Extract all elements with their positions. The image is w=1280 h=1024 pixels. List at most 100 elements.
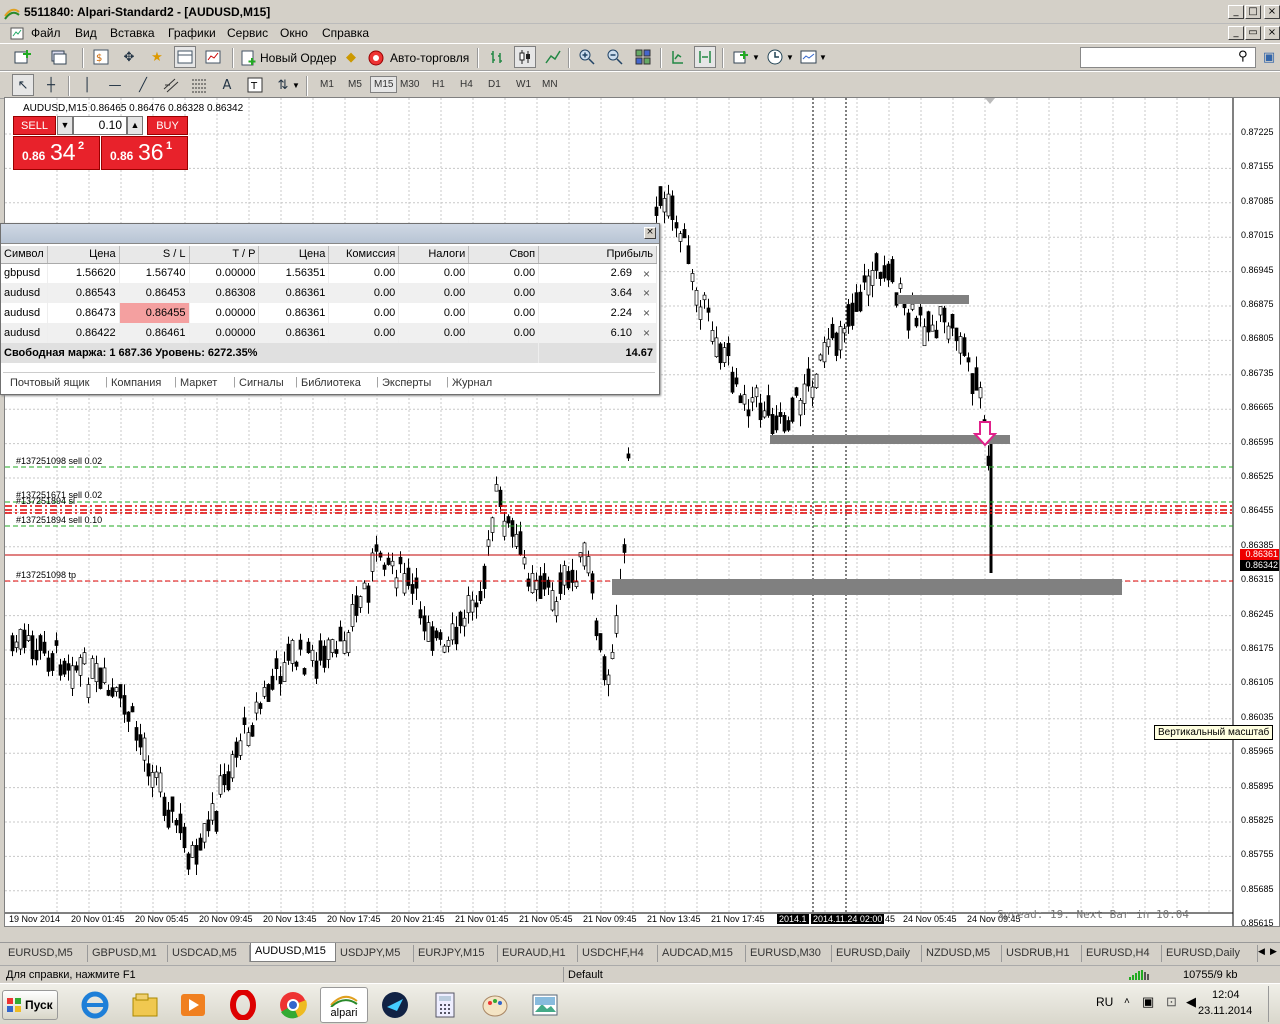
column-header[interactable]: T / P	[189, 246, 260, 264]
chrome-icon[interactable]	[272, 987, 314, 1023]
buy-button[interactable]: BUY	[147, 116, 188, 135]
chart-tab[interactable]: USDCHF,H4	[578, 945, 658, 962]
explorer-icon[interactable]	[124, 987, 166, 1023]
crosshair-icon[interactable]: ┼	[40, 74, 62, 96]
alpari-taskbar-item[interactable]: alpari	[320, 987, 368, 1023]
tf-m5[interactable]: M5	[348, 79, 362, 90]
language-indicator[interactable]: RU	[1096, 995, 1113, 1009]
terminal-tab[interactable]: Журнал	[452, 377, 492, 389]
menu-help[interactable]: Справка	[322, 26, 369, 40]
column-header[interactable]: Символ	[1, 246, 48, 264]
media-player-icon[interactable]	[172, 987, 214, 1023]
price-chart[interactable]: AUDUSD,M15 0.86465 0.86476 0.86328 0.863…	[4, 97, 1280, 927]
terminal-tab[interactable]: Сигналы	[239, 377, 284, 389]
chart-tab[interactable]: NZDUSD,M5	[922, 945, 1002, 962]
menu-tools[interactable]: Сервис	[227, 26, 268, 40]
close-order-icon[interactable]: ×	[643, 286, 650, 300]
tf-m15[interactable]: M15	[370, 76, 398, 93]
menu-file[interactable]: Файл	[31, 26, 61, 40]
close-order-icon[interactable]: ×	[643, 326, 650, 340]
autoscroll-icon[interactable]	[694, 46, 716, 68]
search-icon[interactable]: ⚲	[1238, 49, 1248, 64]
templates-dropdown-icon[interactable]: ▼	[819, 53, 827, 62]
tray-app-icon[interactable]: ▣	[1142, 994, 1154, 1010]
auto-trading-button[interactable]: Авто-торговля	[368, 47, 469, 69]
tf-m30[interactable]: M30	[400, 79, 419, 90]
chart-tab[interactable]: GBPUSD,M1	[88, 945, 168, 962]
chart-tab[interactable]: USDCAD,M5	[168, 945, 250, 962]
order-row[interactable]: audusd 0.86473 0.86455 0.00000 0.86361 0.00 0.…	[1, 303, 657, 323]
tf-d1[interactable]: D1	[488, 79, 501, 90]
opera-icon[interactable]	[222, 987, 264, 1023]
chart-tab[interactable]: EURJPY,M15	[414, 945, 498, 962]
minimize-button[interactable]: _	[1228, 5, 1244, 19]
indicators-dropdown-icon[interactable]: ▼	[752, 53, 760, 62]
tf-mn[interactable]: MN	[542, 79, 558, 90]
terminal-tab[interactable]: Маркет	[180, 377, 217, 389]
lot-decrease-button[interactable]: ▼	[57, 116, 73, 135]
buy-price-box[interactable]: 0.86 36 1	[101, 136, 188, 170]
column-header[interactable]: Налоги	[398, 246, 470, 264]
show-desktop-button[interactable]	[1268, 986, 1278, 1022]
price-axis[interactable]: 0.87225 0.87155 0.87085 0.87015 0.86945 0.868…	[1233, 98, 1279, 926]
navigator-icon[interactable]: ★	[146, 46, 168, 68]
candlestick-icon[interactable]	[514, 46, 536, 68]
column-header[interactable]: Прибыль	[538, 246, 657, 264]
start-button[interactable]: Пуск	[2, 990, 58, 1020]
indicators-icon[interactable]	[730, 46, 752, 68]
periods-icon[interactable]	[764, 46, 786, 68]
column-header[interactable]: S / L	[119, 246, 190, 264]
ie-icon[interactable]	[74, 987, 116, 1023]
column-header[interactable]: Своп	[468, 246, 540, 264]
column-header[interactable]: Цена	[47, 246, 120, 264]
photo-viewer-icon[interactable]	[524, 987, 566, 1023]
chart-tab[interactable]: USDRUB,H1	[1002, 945, 1082, 962]
zoom-out-icon[interactable]	[604, 46, 626, 68]
terminal-close-icon[interactable]: ×	[644, 227, 656, 239]
tf-h1[interactable]: H1	[432, 79, 445, 90]
community-icon[interactable]: ▣	[1258, 46, 1280, 68]
terminal-icon[interactable]	[174, 46, 196, 68]
search-input[interactable]	[1080, 47, 1256, 68]
chart-tab[interactable]: AUDCAD,M15	[658, 945, 746, 962]
text-label-icon[interactable]: T	[244, 74, 266, 96]
market-watch-icon[interactable]: $	[90, 46, 112, 68]
meta-editor-icon[interactable]: ◆	[340, 46, 362, 68]
arrows-icon[interactable]: ⇅	[272, 74, 294, 96]
tab-scroll-right-icon[interactable]: ▶	[1270, 946, 1277, 957]
tile-windows-icon[interactable]	[632, 46, 654, 68]
volume-icon[interactable]: ◀	[1186, 994, 1196, 1010]
terminal-tab[interactable]: Библиотека	[301, 377, 361, 389]
terminal-tab[interactable]: Почтовый ящик	[10, 377, 89, 389]
tab-scroll-left-icon[interactable]: ◀	[1258, 946, 1265, 957]
chart-tab[interactable]: EURUSD,Daily	[1162, 945, 1258, 962]
zoom-in-icon[interactable]	[576, 46, 598, 68]
chart-doc-icon[interactable]	[10, 27, 24, 40]
child-restore-button[interactable]: ▭	[1245, 26, 1261, 40]
templates-icon[interactable]	[798, 46, 820, 68]
terminal-tab[interactable]: Компания	[111, 377, 161, 389]
chart-tab[interactable]: AUDUSD,M15	[250, 943, 336, 962]
close-order-icon[interactable]: ×	[643, 306, 650, 320]
child-close-button[interactable]: ×	[1264, 26, 1280, 40]
cursor-icon[interactable]: ↖	[12, 74, 34, 96]
strategy-tester-icon[interactable]	[202, 46, 224, 68]
lot-input[interactable]: 0.10	[73, 116, 127, 135]
column-header[interactable]: Комиссия	[328, 246, 400, 264]
tf-m1[interactable]: M1	[320, 79, 334, 90]
new-order-button[interactable]: Новый Ордер	[240, 47, 336, 69]
trading-app-icon[interactable]	[374, 987, 416, 1023]
periods-dropdown-icon[interactable]: ▼	[786, 53, 794, 62]
menu-view[interactable]: Вид	[75, 26, 97, 40]
terminal-tab[interactable]: Эксперты	[382, 377, 431, 389]
line-chart-icon[interactable]	[542, 46, 564, 68]
chart-shift-icon[interactable]	[666, 46, 688, 68]
fibonacci-icon[interactable]	[188, 74, 210, 96]
column-header[interactable]: Цена	[258, 246, 330, 264]
lot-increase-button[interactable]: ▲	[127, 116, 143, 135]
sell-button[interactable]: SELL	[13, 116, 56, 135]
paint-icon[interactable]	[474, 987, 516, 1023]
text-icon[interactable]: A	[216, 74, 238, 96]
chart-tab[interactable]: EURUSD,M5	[4, 945, 88, 962]
chart-tab[interactable]: EURUSD,Daily	[832, 945, 922, 962]
